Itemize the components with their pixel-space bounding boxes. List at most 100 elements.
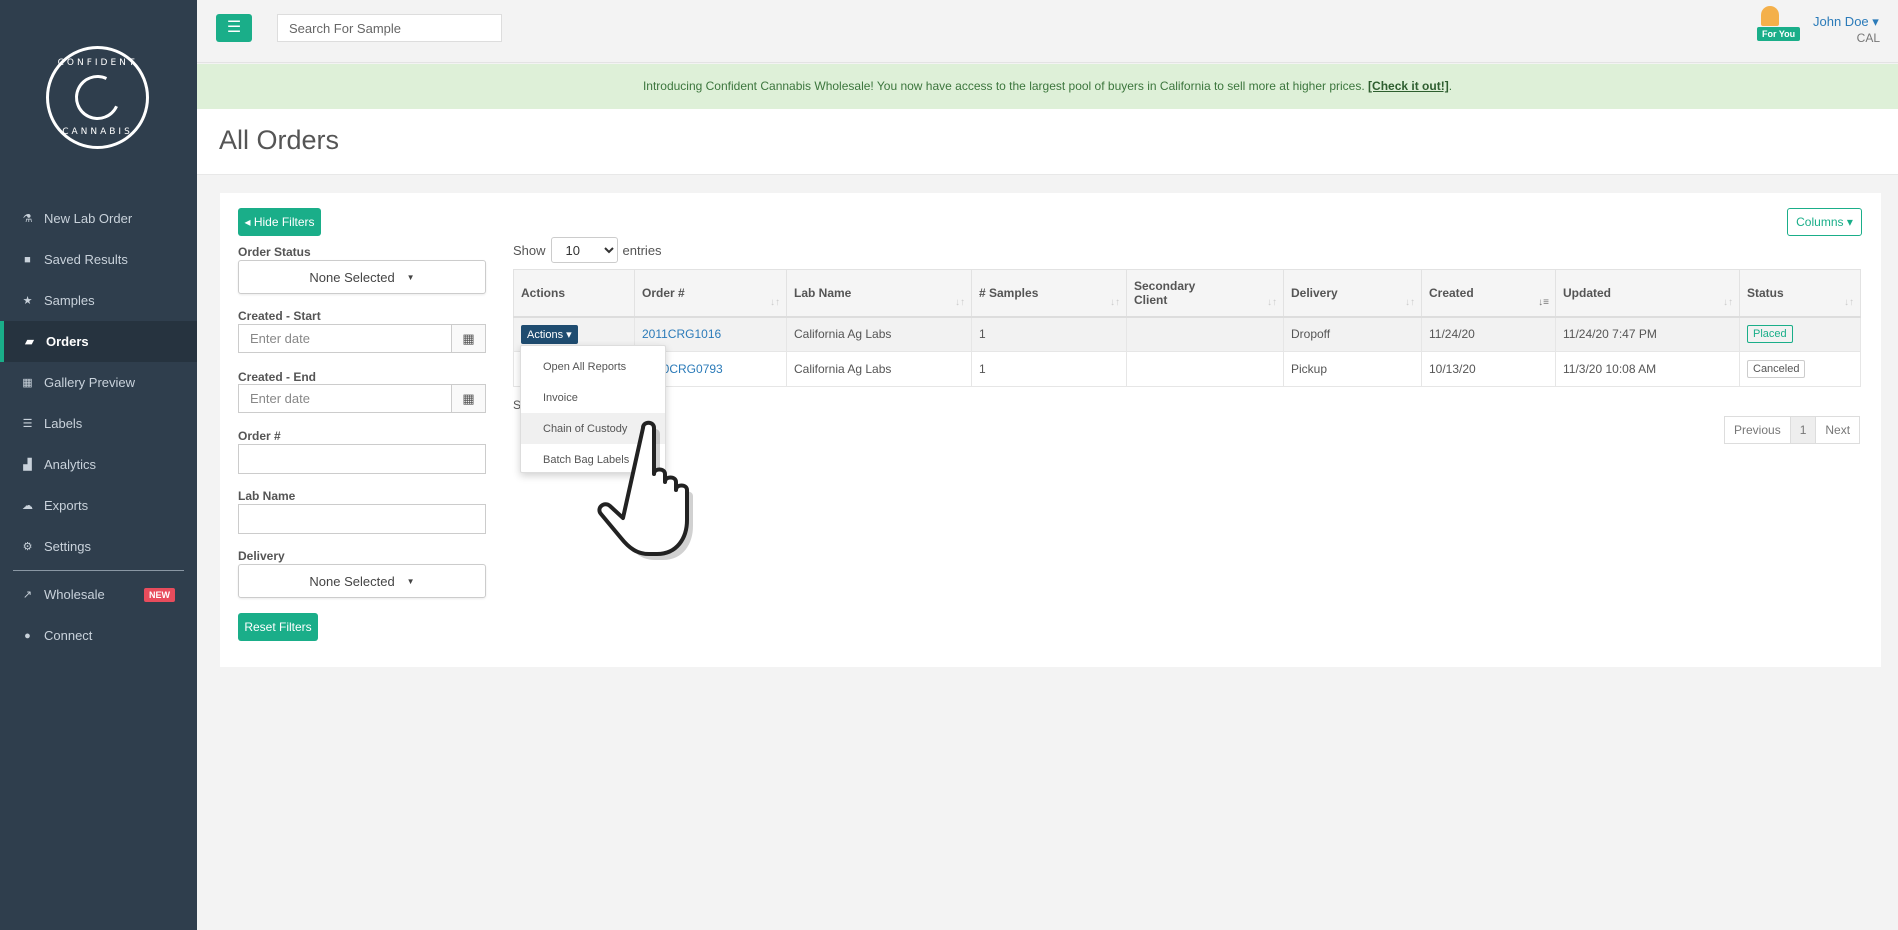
menu-item-invoice[interactable]: Invoice [521,382,665,413]
header-label: Order # [642,285,685,300]
sort-icon: ↓↑ [1723,296,1733,308]
next-page-button[interactable]: Next [1816,416,1861,444]
order-status-dropdown[interactable]: None Selected ▼ [238,260,486,294]
sidebar: CONFIDENT CANNABIS ⚗ New Lab Order ■ Saved… [0,0,197,930]
created-cell: 11/24/20 [1421,316,1556,352]
sidebar-item-label: Orders [46,334,89,349]
header-label: Updated [1563,285,1611,300]
user-menu[interactable]: John Doe ▾ [1813,14,1879,30]
page-1-button[interactable]: 1 [1790,416,1817,444]
sort-icon: ↓↑ [1405,296,1415,308]
sidebar-item-samples[interactable]: ★ Samples [0,280,197,321]
previous-page-button[interactable]: Previous [1724,416,1791,444]
order-link[interactable]: 2011CRG1016 [642,327,721,341]
user-org: CAL [1856,31,1880,45]
delivery-cell: Pickup [1283,351,1422,387]
sidebar-item-label: Exports [44,498,89,513]
flask-icon: ⚗ [22,213,33,225]
updated-cell: 11/3/20 10:08 AM [1555,351,1740,387]
orders-panel: ◂ Hide Filters Order Status None Selecte… [220,193,1881,667]
reset-filters-button[interactable]: Reset Filters [238,613,318,641]
confident-cannabis-logo[interactable]: CONFIDENT CANNABIS [46,46,149,149]
sidebar-item-new-lab-order[interactable]: ⚗ New Lab Order [0,198,197,239]
sidebar-item-label: New Lab Order [44,211,133,226]
column-header-updated[interactable]: Updated ↓↑ [1555,269,1740,318]
pagination: Previous 1 Next [1724,416,1861,444]
hamburger-menu-button[interactable]: ☰ [216,14,252,42]
created-start-label: Created - Start [238,309,321,323]
sidebar-item-label: Wholesale [44,587,105,602]
bookmark-icon: ■ [24,253,31,266]
created-start-input[interactable] [238,324,451,353]
table-row: Actions ▾ 2011CRG1016 California Ag Labs… [513,316,1861,352]
sidebar-item-label: Connect [44,628,93,643]
sidebar-item-label: Labels [44,416,83,431]
sidebar-item-label: Gallery Preview [44,375,136,390]
for-you-badge[interactable]: For You [1757,27,1801,41]
sidebar-item-gallery-preview[interactable]: ▦ Gallery Preview [0,362,197,403]
calendar-icon[interactable]: ▦ [451,384,486,413]
list-icon: ☰ [22,418,33,430]
sort-desc-icon: ↓≡ [1538,296,1549,308]
column-header-order[interactable]: Order # ↓↑ [634,269,787,318]
banner-suffix: . [1448,79,1453,93]
sidebar-item-labels[interactable]: ☰ Labels [0,403,197,444]
sidebar-item-label: Saved Results [44,252,128,267]
delivery-label: Delivery [238,549,285,563]
menu-item-open-all-reports[interactable]: Open All Reports [521,351,665,382]
bell-icon[interactable] [1761,6,1779,26]
column-header-lab-name[interactable]: Lab Name ↓↑ [786,269,972,318]
column-header-delivery[interactable]: Delivery ↓↑ [1283,269,1422,318]
search-input[interactable] [277,14,502,42]
status-cell: Canceled [1739,351,1861,387]
created-cell: 10/13/20 [1421,351,1556,387]
updated-cell: 11/24/20 7:47 PM [1555,316,1740,352]
order-number-input[interactable] [238,444,486,474]
banner-check-it-out-link[interactable]: [Check it out!] [1368,79,1449,93]
sidebar-item-orders[interactable]: ▰ Orders [0,321,197,362]
delivery-dropdown[interactable]: None Selected ▼ [238,564,486,598]
header-label: Status [1747,285,1784,300]
entries-select[interactable]: 10 [550,237,618,263]
sort-icon: ↓↑ [770,296,780,308]
created-end-input[interactable] [238,384,451,413]
sidebar-item-wholesale[interactable]: ↗ Wholesale NEW [0,574,197,615]
sidebar-item-connect[interactable]: ● Connect [0,615,197,656]
connect-icon: ● [24,629,31,642]
column-header-created[interactable]: Created ↓≡ [1421,269,1556,318]
caret-down-icon: ▼ [406,576,415,586]
lab-name-input[interactable] [238,504,486,534]
caret-down-icon: ▼ [406,272,415,282]
sidebar-item-saved-results[interactable]: ■ Saved Results [0,239,197,280]
calendar-icon[interactable]: ▦ [451,324,486,353]
status-badge: Canceled [1747,360,1806,378]
table-row: 20CRG0793 California Ag Labs 1 Pickup 10… [513,351,1861,387]
entries-label: entries [622,242,662,258]
status-badge: Placed [1747,325,1793,344]
column-header-status[interactable]: Status ↓↑ [1739,269,1861,318]
header-label: Delivery [1291,285,1338,300]
order-status-value: None Selected [309,269,395,285]
column-header-secondary-client[interactable]: Secondary Client ↓↑ [1126,269,1284,318]
page-header: All Orders [197,109,1898,175]
hide-filters-button[interactable]: ◂ Hide Filters [238,208,321,236]
topbar: ☰ For You John Doe ▾ CAL [197,0,1898,63]
header-label: Created [1429,285,1474,300]
columns-button[interactable]: Columns ▾ [1787,208,1862,236]
sidebar-item-analytics[interactable]: ▟ Analytics [0,444,197,485]
header-label: Lab Name [794,285,852,300]
column-header-samples[interactable]: # Samples ↓↑ [971,269,1127,318]
gear-icon: ⚙ [22,541,33,553]
sidebar-item-exports[interactable]: ☁ Exports [0,485,197,526]
actions-dropdown-button[interactable]: Actions ▾ [521,324,578,344]
logo-text-top: CONFIDENT [57,58,138,68]
external-link-icon: ↗ [22,589,33,601]
sort-icon: ↓↑ [1844,296,1854,308]
cloud-upload-icon: ☁ [22,500,33,512]
samples-cell: 1 [971,316,1127,352]
folder-open-icon: ▰ [25,336,34,348]
sidebar-item-settings[interactable]: ⚙ Settings [0,526,197,567]
logo-text-bottom: CANNABIS [62,127,133,137]
column-header-actions: Actions [513,269,635,318]
delivery-value: None Selected [309,573,395,589]
